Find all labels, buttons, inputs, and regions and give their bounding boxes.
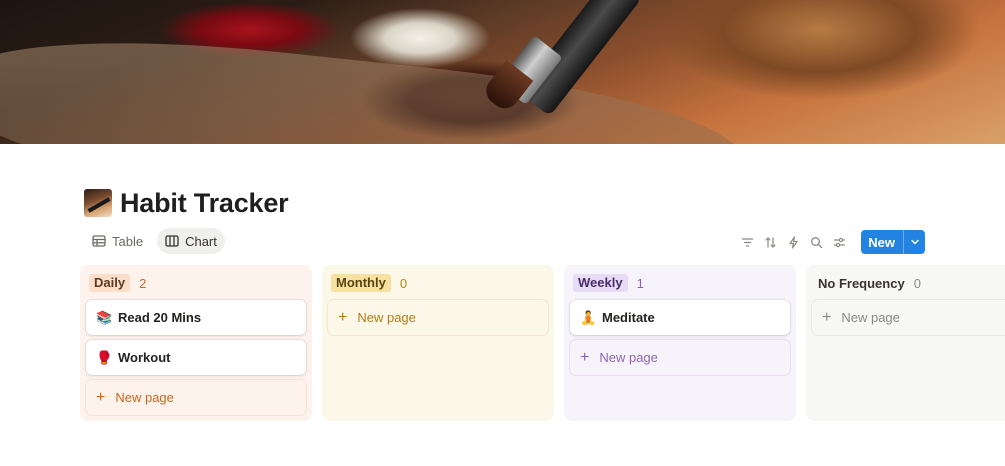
- plus-icon: +: [338, 308, 348, 326]
- new-page-button[interactable]: + New page: [86, 380, 306, 415]
- new-page-label: New page: [357, 310, 416, 325]
- new-page-button[interactable]: + New page: [328, 300, 548, 335]
- automation-icon[interactable]: [782, 230, 805, 254]
- new-page-label: New page: [115, 390, 174, 405]
- filter-icon[interactable]: [736, 230, 759, 254]
- column-header[interactable]: Weekly 1: [570, 271, 790, 295]
- paintbrush-palette-icon[interactable]: [84, 189, 112, 217]
- board-column-monthly: Monthly 0 + New page: [322, 265, 554, 421]
- board-card[interactable]: 🥊 Workout: [86, 340, 306, 375]
- database-toolbar: New: [736, 230, 925, 254]
- card-title: Read 20 Mins: [118, 310, 202, 325]
- new-dropdown-button[interactable]: [903, 230, 925, 254]
- new-button-main[interactable]: New: [861, 230, 903, 254]
- tab-chart[interactable]: Chart: [157, 228, 225, 254]
- view-tabs: Table Chart: [84, 228, 225, 254]
- frequency-tag: Monthly: [331, 274, 391, 292]
- new-page-label: New page: [599, 350, 658, 365]
- new-page-button[interactable]: + New page: [812, 300, 1005, 335]
- plus-icon: +: [96, 388, 106, 406]
- boxing-glove-icon: 🥊: [96, 349, 113, 365]
- settings-icon[interactable]: [828, 230, 851, 254]
- card-title: Meditate: [602, 310, 655, 325]
- sort-icon[interactable]: [759, 230, 782, 254]
- tab-table[interactable]: Table: [84, 228, 151, 254]
- tab-label: Chart: [185, 233, 217, 249]
- board-card[interactable]: 📚 Read 20 Mins: [86, 300, 306, 335]
- search-icon[interactable]: [805, 230, 828, 254]
- column-header[interactable]: Monthly 0: [328, 271, 548, 295]
- new-page-label: New page: [841, 310, 900, 325]
- board-card[interactable]: 🧘 Meditate: [570, 300, 790, 335]
- column-header[interactable]: Daily 2: [86, 271, 306, 295]
- board-column-daily: Daily 2 📚 Read 20 Mins 🥊 Workout + New p…: [80, 265, 312, 421]
- new-page-button[interactable]: + New page: [570, 340, 790, 375]
- board-column-weekly: Weekly 1 🧘 Meditate + New page: [564, 265, 796, 421]
- palette-shape: [0, 19, 746, 144]
- column-count: 0: [399, 275, 408, 291]
- meditation-icon: 🧘: [580, 309, 597, 325]
- board-icon: [165, 234, 179, 248]
- board-column-no-frequency: No Frequency 0 + New page: [806, 265, 1005, 421]
- chevron-down-icon: [910, 235, 920, 250]
- column-count: 2: [139, 275, 147, 291]
- frequency-tag: Weekly: [573, 274, 628, 292]
- page-header: Habit Tracker: [84, 186, 289, 220]
- books-icon: 📚: [96, 309, 113, 325]
- card-title: Workout: [118, 350, 171, 365]
- new-button: New: [861, 230, 925, 254]
- table-icon: [92, 234, 106, 248]
- column-count: 1: [636, 275, 644, 291]
- column-count: 0: [913, 275, 921, 291]
- tab-label: Table: [112, 233, 144, 249]
- column-label: No Frequency: [818, 275, 905, 291]
- board: Daily 2 📚 Read 20 Mins 🥊 Workout + New p…: [80, 265, 1005, 421]
- page-title[interactable]: Habit Tracker: [120, 188, 289, 219]
- plus-icon: +: [580, 348, 590, 366]
- cover-image: [0, 0, 1005, 144]
- frequency-tag: Daily: [89, 274, 131, 292]
- plus-icon: +: [822, 308, 832, 326]
- column-header[interactable]: No Frequency 0: [812, 271, 1005, 295]
